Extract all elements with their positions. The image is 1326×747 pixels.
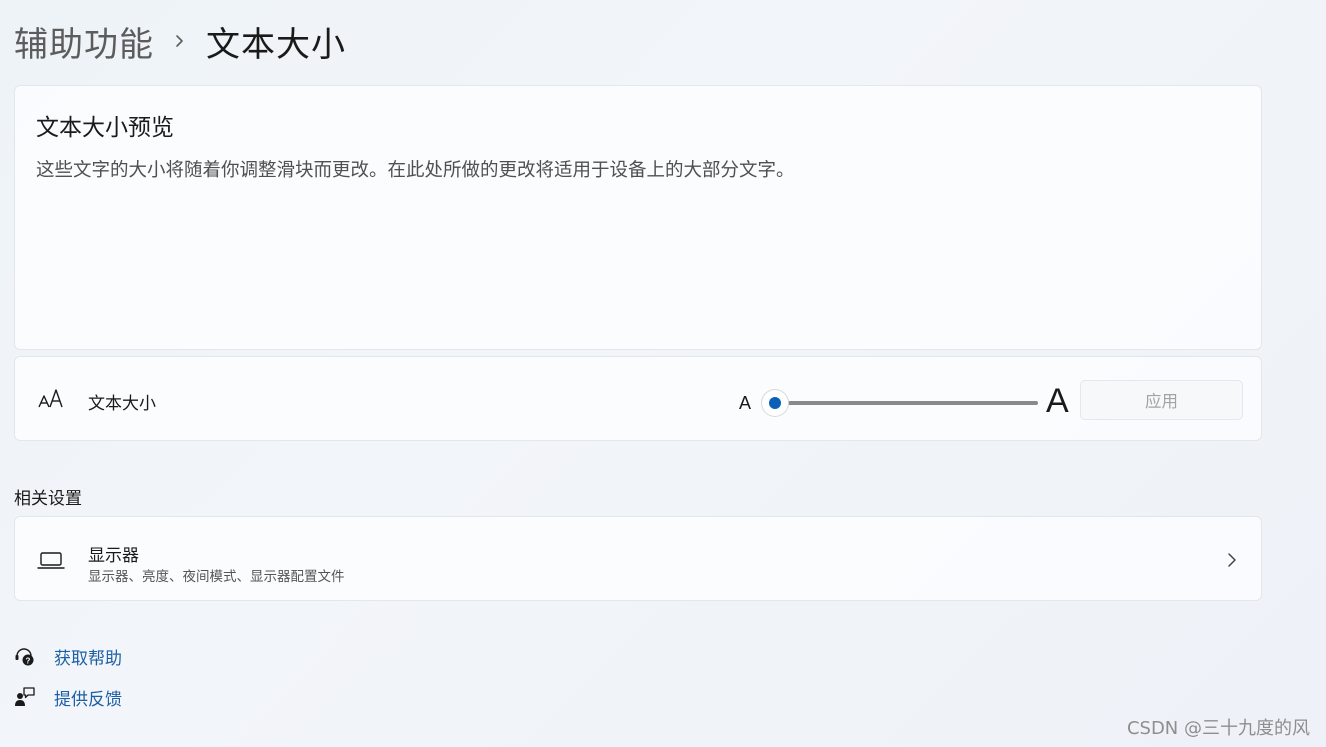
related-settings-heading: 相关设置 — [14, 489, 82, 509]
breadcrumb: 辅助功能 文本大小 — [14, 17, 346, 66]
slider-max-label: A — [1046, 382, 1069, 420]
get-help-label[interactable]: 获取帮助 — [54, 644, 122, 669]
slider-min-label: A — [739, 393, 752, 413]
get-help-link[interactable]: ? 获取帮助 — [14, 642, 122, 670]
text-size-icon — [38, 389, 63, 408]
watermark: CSDN @三十九度的风 — [1126, 718, 1310, 739]
laptop-display-icon — [37, 552, 65, 569]
feedback-icon — [14, 686, 36, 708]
give-feedback-label[interactable]: 提供反馈 — [54, 685, 122, 710]
svg-text:?: ? — [26, 657, 31, 666]
slider-track[interactable] — [776, 401, 1038, 405]
give-feedback-link[interactable]: 提供反馈 — [14, 683, 122, 711]
chevron-right-icon — [1228, 553, 1236, 567]
display-item-subtitle: 显示器、亮度、夜间模式、显示器配置文件 — [88, 569, 345, 585]
display-settings-item[interactable]: 显示器 显示器、亮度、夜间模式、显示器配置文件 — [14, 516, 1262, 601]
slider-thumb[interactable] — [762, 390, 788, 416]
text-size-label: 文本大小 — [88, 394, 156, 414]
apply-button[interactable]: 应用 — [1080, 380, 1243, 420]
text-preview-card: 文本大小预览 这些文字的大小将随着你调整滑块而更改。在此处所做的更改将适用于设备… — [14, 85, 1262, 350]
breadcrumb-parent-link[interactable]: 辅助功能 — [14, 17, 154, 66]
text-size-card: 文本大小 A A 应用 — [14, 356, 1262, 441]
chevron-right-icon — [154, 18, 206, 64]
text-size-slider[interactable] — [762, 390, 1038, 416]
help-headset-icon: ? — [14, 645, 36, 667]
page-title: 文本大小 — [206, 24, 346, 65]
display-item-title: 显示器 — [88, 546, 139, 566]
preview-description: 这些文字的大小将随着你调整滑块而更改。在此处所做的更改将适用于设备上的大部分文字… — [36, 160, 795, 181]
preview-title: 文本大小预览 — [36, 115, 174, 141]
